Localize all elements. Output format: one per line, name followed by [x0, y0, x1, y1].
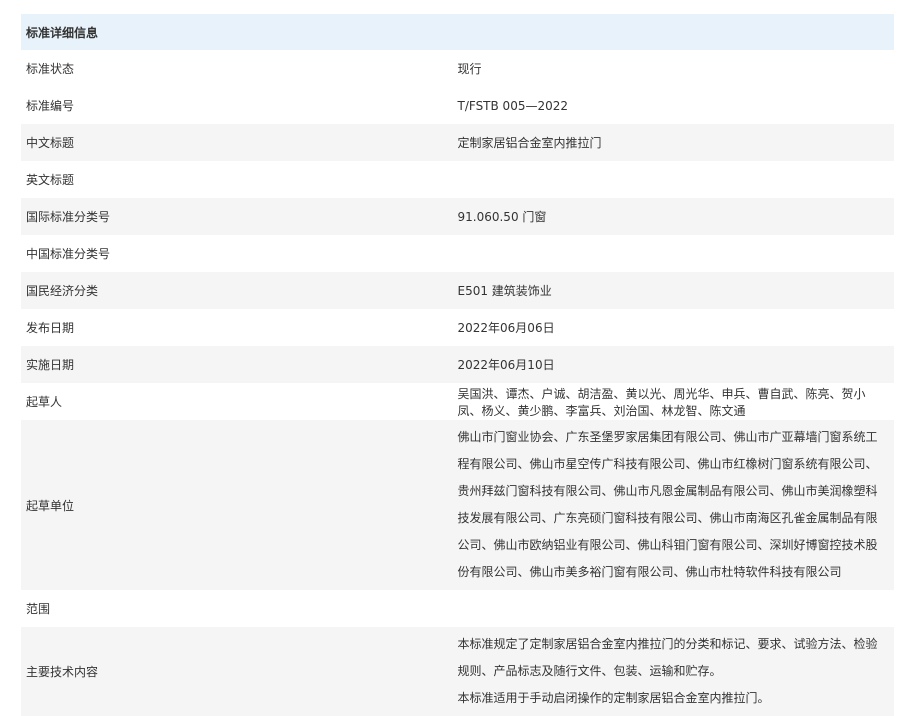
row-label: 实施日期: [21, 346, 458, 383]
table-row: 中国标准分类号: [21, 235, 894, 272]
table-row: 英文标题: [21, 161, 894, 198]
row-value: 定制家居铝合金室内推拉门: [457, 124, 894, 161]
row-label: 发布日期: [26, 321, 75, 335]
row-value: 吴国洪、谭杰、户诚、胡洁盈、黄以光、周光华、申兵、曹自武、陈亮、贺小凤、杨义、黄…: [457, 386, 866, 418]
table-row: 国民经济分类 E501 建筑装饰业: [21, 272, 894, 309]
row-value: 佛山市门窗业协会、广东圣堡罗家居集团有限公司、佛山市广亚幕墙门窗系统工程有限公司…: [457, 420, 894, 590]
row-label: 国民经济分类: [21, 272, 458, 309]
row-label: 国际标准分类号: [21, 198, 458, 235]
table-row: 起草人 吴国洪、谭杰、户诚、胡洁盈、黄以光、周光华、申兵、曹自武、陈亮、贺小凤、…: [21, 383, 894, 420]
table-header-row: 标准详细信息: [21, 14, 894, 50]
table-row: 起草单位 佛山市门窗业协会、广东圣堡罗家居集团有限公司、佛山市广亚幕墙门窗系统工…: [21, 420, 894, 590]
row-value: 现行: [457, 62, 482, 76]
row-value: 本标准规定了定制家居铝合金室内推拉门的分类和标记、要求、试验方法、检验规则、产品…: [457, 627, 894, 716]
row-label: 起草单位: [21, 420, 458, 590]
table-row: 标准编号 T/FSTB 005—2022: [21, 87, 894, 124]
row-label: 标准编号: [26, 99, 75, 113]
standard-detail-panel: 标准详细信息 标准状态 现行 标准编号 T/FSTB 005—2022 中文标题…: [21, 14, 894, 716]
row-label: 英文标题: [26, 173, 75, 187]
row-label: 范围: [26, 602, 51, 616]
row-label: 标准状态: [26, 62, 75, 76]
row-value: [458, 590, 895, 627]
row-label: 起草人: [26, 395, 63, 409]
row-value: [458, 235, 895, 272]
row-value: 2022年06月10日: [457, 346, 894, 383]
row-value: 91.060.50 门窗: [457, 198, 894, 235]
table-row: 国际标准分类号 91.060.50 门窗: [21, 198, 894, 235]
table-row: 范围: [21, 590, 894, 627]
table-row: 实施日期 2022年06月10日: [21, 346, 894, 383]
row-label: 中文标题: [21, 124, 458, 161]
row-value: E501 建筑装饰业: [457, 272, 894, 309]
content-line: 本标准适用于手动启闭操作的定制家居铝合金室内推拉门。: [457, 691, 770, 705]
row-value: T/FSTB 005—2022: [457, 98, 569, 113]
content-line: 本标准规定了定制家居铝合金室内推拉门的分类和标记、要求、试验方法、检验规则、产品…: [457, 637, 878, 678]
table-header-title: 标准详细信息: [21, 14, 894, 50]
table-row: 中文标题 定制家居铝合金室内推拉门: [21, 124, 894, 161]
standard-detail-table: 标准详细信息 标准状态 现行 标准编号 T/FSTB 005—2022 中文标题…: [21, 14, 894, 716]
row-value: 2022年06月06日: [457, 321, 555, 335]
row-label: 中国标准分类号: [26, 247, 111, 261]
row-label: 主要技术内容: [21, 627, 458, 716]
table-row: 标准状态 现行: [21, 50, 894, 87]
table-row: 主要技术内容 本标准规定了定制家居铝合金室内推拉门的分类和标记、要求、试验方法、…: [21, 627, 894, 716]
table-row: 发布日期 2022年06月06日: [21, 309, 894, 346]
row-value: [458, 161, 895, 198]
